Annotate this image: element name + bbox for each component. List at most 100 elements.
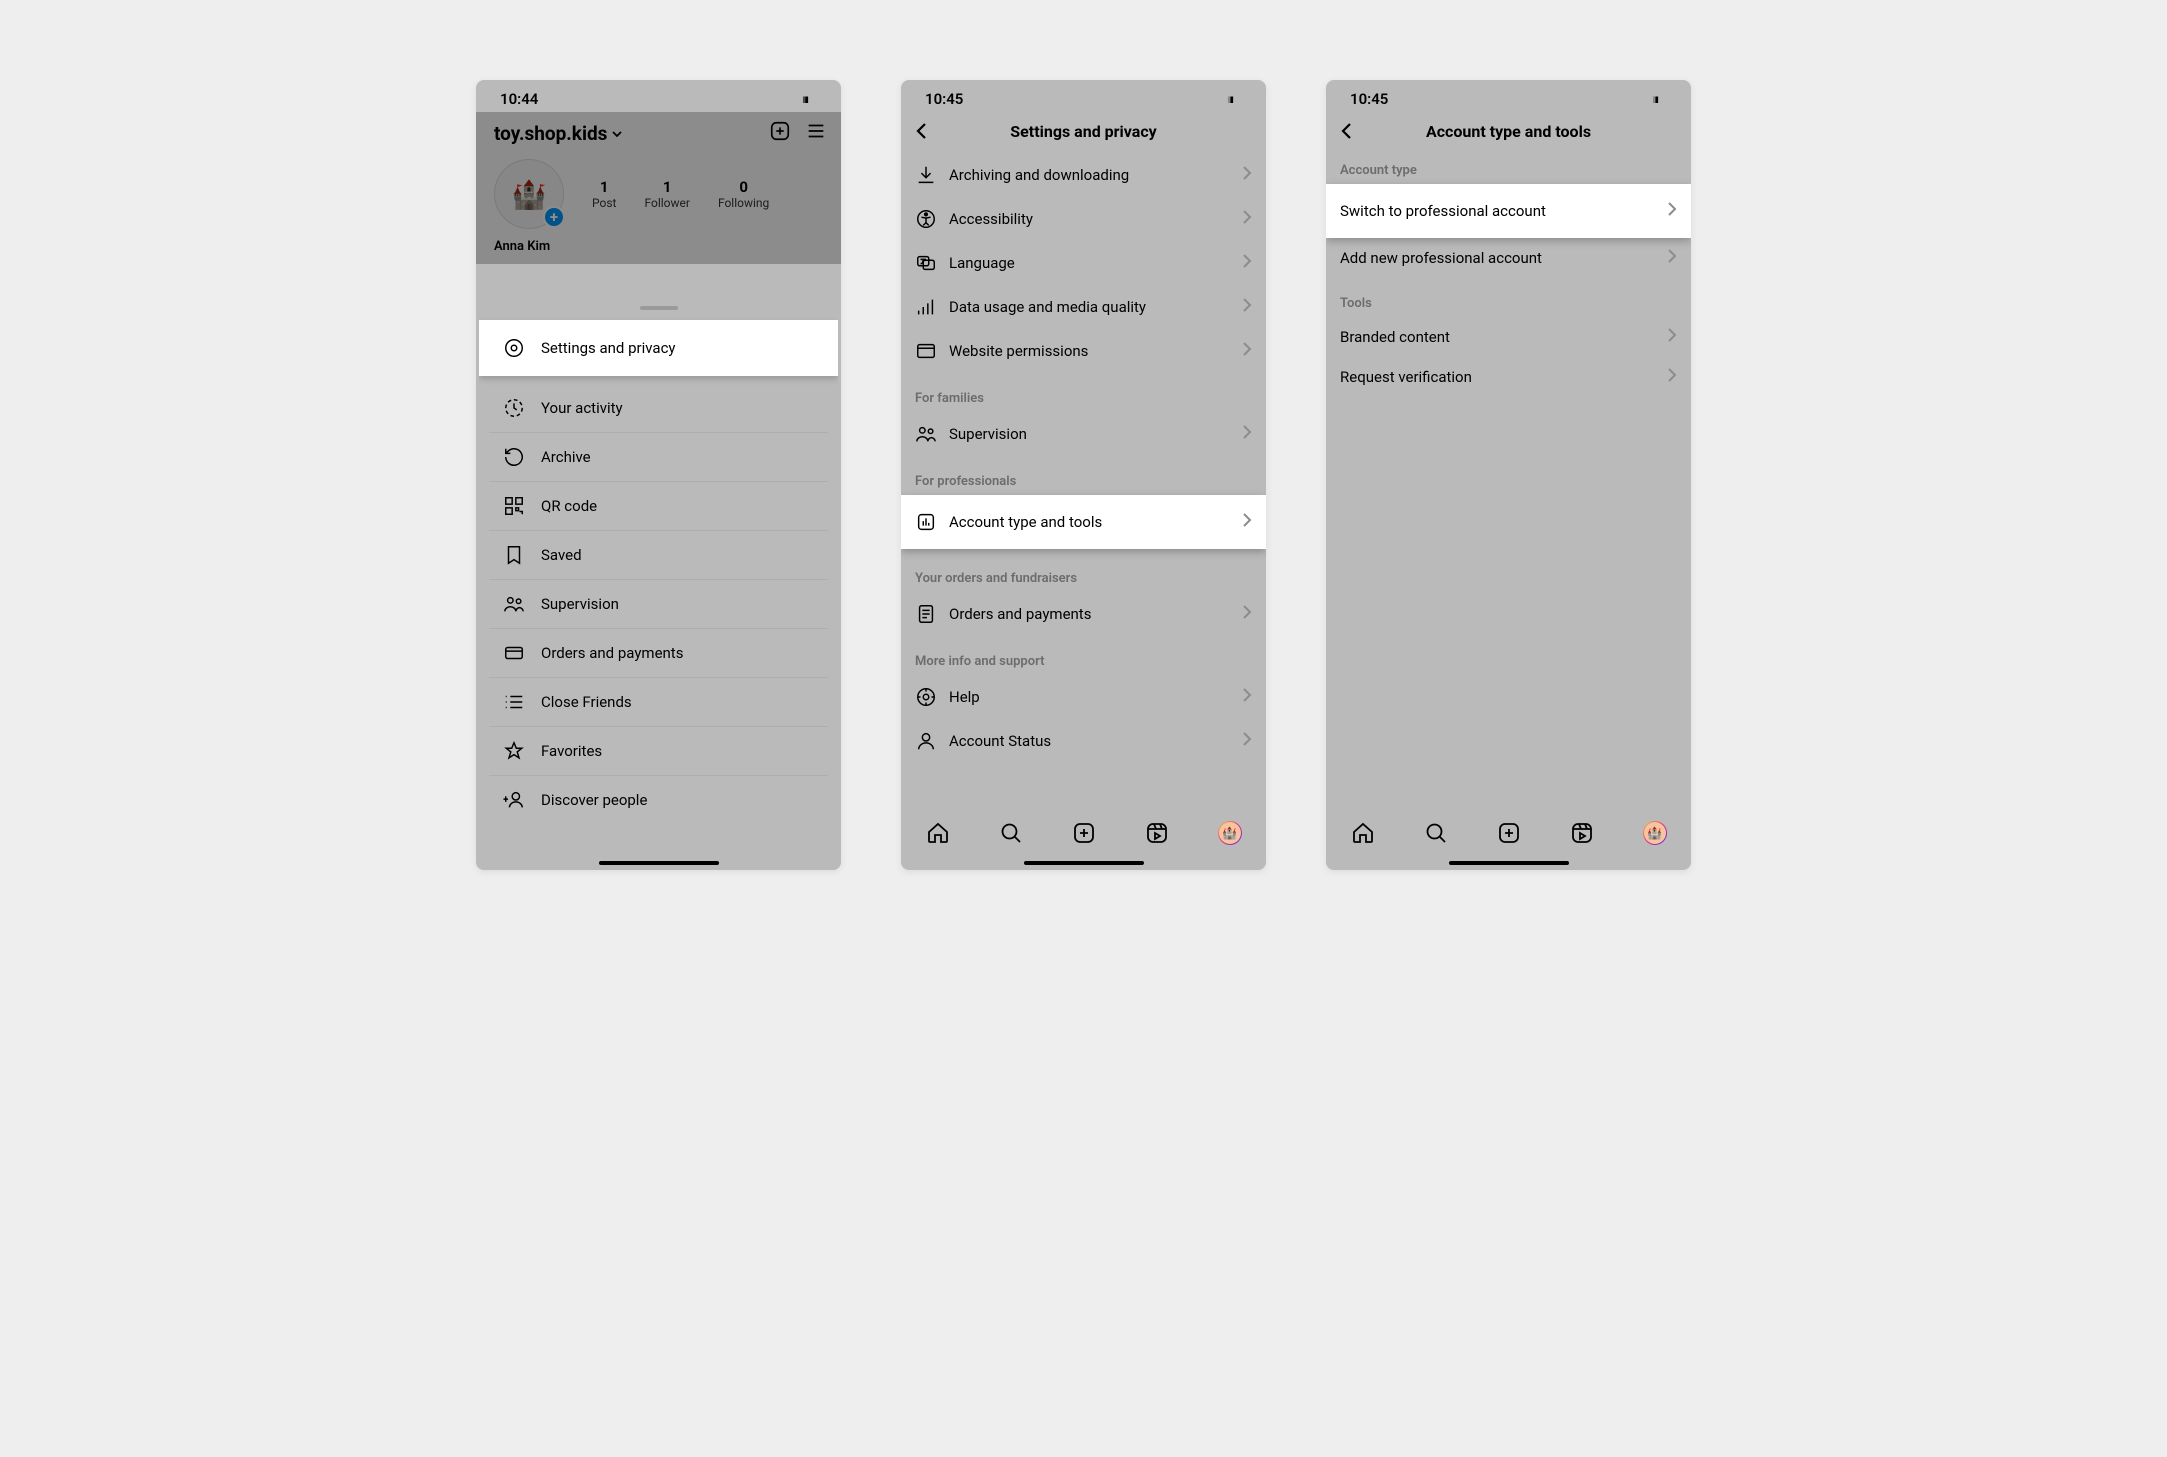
signal-icon: ıııı: [802, 92, 807, 106]
signal-bars-icon: [915, 296, 937, 318]
section-for-families: For families: [901, 373, 1266, 412]
download-icon: [915, 164, 937, 186]
tab-search[interactable]: [1423, 820, 1449, 846]
language-icon: [915, 252, 937, 274]
section-tools: Tools: [1326, 278, 1691, 317]
menu-discover-people[interactable]: Discover people: [489, 776, 828, 824]
help-icon: [915, 686, 937, 708]
archive-icon: [503, 446, 525, 468]
home-indicator[interactable]: [599, 861, 719, 865]
signal-icon: ıııı: [1227, 92, 1232, 106]
chevron-right-icon: [1242, 605, 1252, 623]
menu-orders-payments[interactable]: Orders and payments: [489, 629, 828, 678]
status-icons: ıııı: [1652, 92, 1667, 106]
profile-stats: 1Post 1Follower 0Following: [592, 178, 769, 210]
section-more-info: More info and support: [901, 636, 1266, 675]
tab-home[interactable]: [1350, 820, 1376, 846]
qr-icon: [503, 495, 525, 517]
section-orders-fundraisers: Your orders and fundraisers: [901, 563, 1266, 592]
following-stat[interactable]: 0Following: [718, 178, 769, 210]
person-icon: [915, 730, 937, 752]
row-accessibility[interactable]: Accessibility: [901, 197, 1266, 241]
status-time: 10:45: [1350, 90, 1388, 108]
list-icon: [503, 691, 525, 713]
phone-settings-privacy: 10:45 ıııı Settings and privacy Archivin…: [901, 80, 1266, 870]
row-website-permissions[interactable]: Website permissions: [901, 329, 1266, 373]
status-bar: 10:45 ıııı: [901, 80, 1266, 112]
page-header: Settings and privacy: [901, 112, 1266, 153]
chevron-right-icon: [1242, 342, 1252, 360]
page-title: Account type and tools: [1426, 122, 1591, 141]
menu-settings-privacy[interactable]: Settings and privacy: [479, 320, 838, 376]
username[interactable]: toy.shop.kids: [494, 122, 607, 145]
supervision-icon: [503, 593, 525, 615]
row-account-status[interactable]: Account Status: [901, 719, 1266, 763]
account-tools-list: Account type Switch to professional acco…: [1326, 153, 1691, 397]
menu-your-activity[interactable]: Your activity: [489, 384, 828, 433]
new-post-button[interactable]: [769, 120, 791, 147]
row-help[interactable]: Help: [901, 675, 1266, 719]
row-language[interactable]: Language: [901, 241, 1266, 285]
phone-profile-menu: 10:44 ıııı toy.shop.kids 🏰+ 1Post 1Follo…: [476, 80, 841, 870]
section-for-professionals: For professionals: [901, 456, 1266, 495]
menu-favorites[interactable]: Favorites: [489, 727, 828, 776]
home-indicator[interactable]: [1449, 861, 1569, 865]
star-icon: [503, 740, 525, 762]
status-bar: 10:44 ıııı: [476, 80, 841, 112]
accessibility-icon: [915, 208, 937, 230]
sheet-handle[interactable]: [640, 306, 678, 310]
back-button[interactable]: [1340, 121, 1354, 145]
status-time: 10:45: [925, 90, 963, 108]
signal-icon: ıııı: [1652, 92, 1657, 106]
menu-sheet: Settings and privacy Your activity Archi…: [479, 298, 838, 870]
row-branded-content[interactable]: Branded content: [1326, 317, 1691, 357]
row-add-professional[interactable]: Add new professional account: [1326, 238, 1691, 278]
chevron-right-icon: [1242, 513, 1252, 531]
row-switch-professional[interactable]: Switch to professional account: [1326, 184, 1691, 238]
activity-icon: [503, 397, 525, 419]
followers-stat[interactable]: 1Follower: [644, 178, 689, 210]
menu-saved[interactable]: Saved: [489, 531, 828, 580]
chevron-right-icon: [1242, 425, 1252, 443]
status-icons: ıııı: [802, 92, 817, 106]
add-person-icon: [503, 789, 525, 811]
chevron-right-icon: [1242, 210, 1252, 228]
menu-supervision[interactable]: Supervision: [489, 580, 828, 629]
row-supervision[interactable]: Supervision: [901, 412, 1266, 456]
chevron-right-icon: [1667, 202, 1677, 220]
back-button[interactable]: [915, 121, 929, 145]
home-indicator[interactable]: [1024, 861, 1144, 865]
row-request-verification[interactable]: Request verification: [1326, 357, 1691, 397]
menu-qr-code[interactable]: QR code: [489, 482, 828, 531]
row-archiving-downloading[interactable]: Archiving and downloading: [901, 153, 1266, 197]
chevron-down-icon[interactable]: [611, 122, 623, 145]
phone-account-type-tools: 10:45 ıııı Account type and tools Accoun…: [1326, 80, 1691, 870]
chevron-right-icon: [1242, 688, 1252, 706]
avatar[interactable]: 🏰+: [494, 159, 564, 229]
row-orders-payments[interactable]: Orders and payments: [901, 592, 1266, 636]
row-data-usage[interactable]: Data usage and media quality: [901, 285, 1266, 329]
tab-reels[interactable]: [1144, 820, 1170, 846]
chevron-right-icon: [1667, 328, 1677, 346]
receipt-icon: [915, 603, 937, 625]
tab-reels[interactable]: [1569, 820, 1595, 846]
page-header: Account type and tools: [1326, 112, 1691, 153]
row-account-type-tools[interactable]: Account type and tools: [901, 495, 1266, 549]
tab-home[interactable]: [925, 820, 951, 846]
section-account-type: Account type: [1326, 153, 1691, 184]
tools-icon: [915, 511, 937, 533]
tab-profile[interactable]: 🏰: [1642, 820, 1668, 846]
chevron-right-icon: [1667, 368, 1677, 386]
tab-new-post[interactable]: [1496, 820, 1522, 846]
browser-icon: [915, 340, 937, 362]
gear-icon: [503, 337, 525, 359]
chevron-right-icon: [1667, 249, 1677, 267]
tab-profile[interactable]: 🏰: [1217, 820, 1243, 846]
tab-new-post[interactable]: [1071, 820, 1097, 846]
menu-archive[interactable]: Archive: [489, 433, 828, 482]
posts-stat[interactable]: 1Post: [592, 178, 616, 210]
add-story-icon[interactable]: +: [543, 206, 565, 228]
hamburger-menu-button[interactable]: [805, 120, 827, 147]
menu-close-friends[interactable]: Close Friends: [489, 678, 828, 727]
tab-search[interactable]: [998, 820, 1024, 846]
